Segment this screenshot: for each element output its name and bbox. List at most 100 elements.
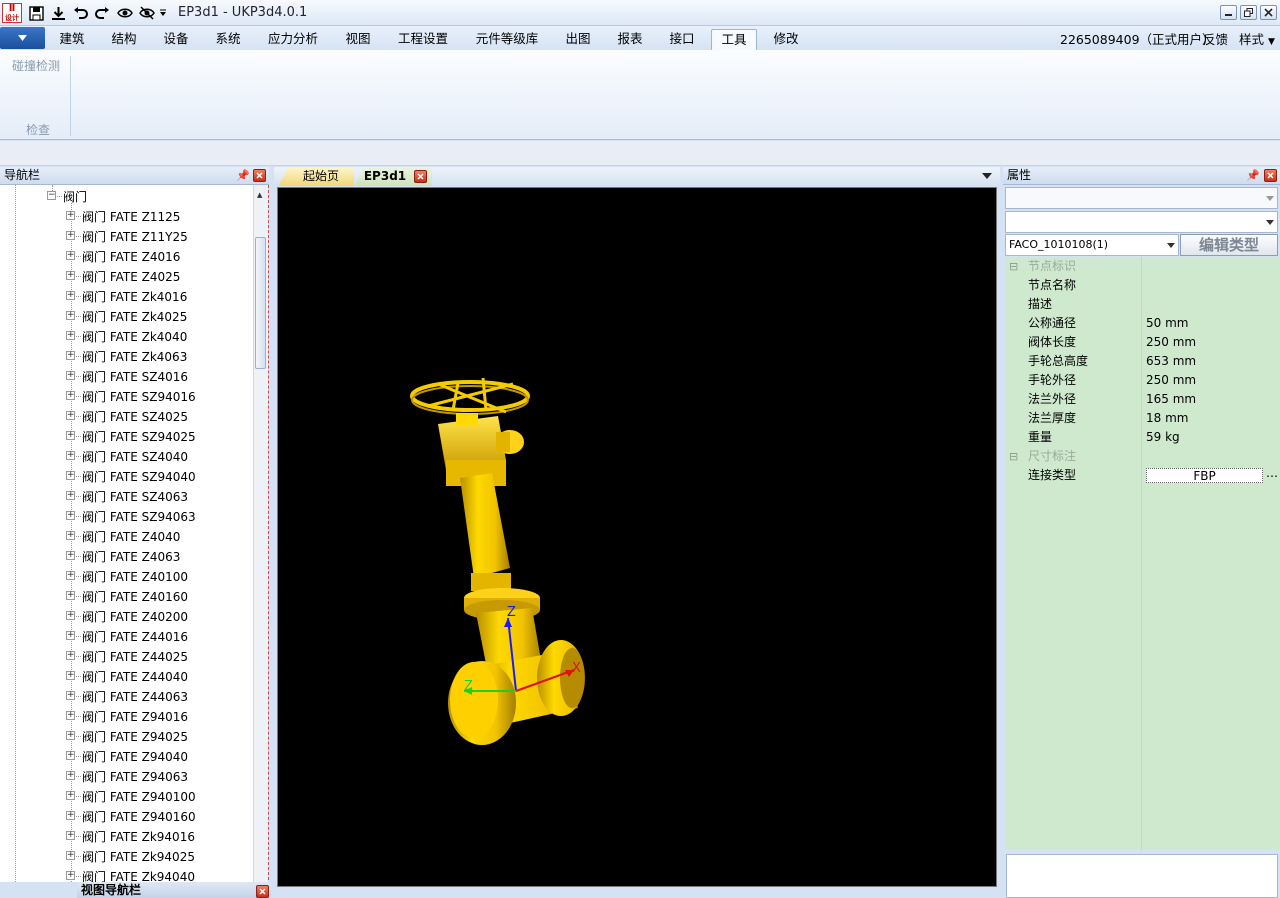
tree-item-root[interactable]: − 阀门 <box>0 186 253 206</box>
3d-viewport[interactable]: Z X Z <box>277 187 997 887</box>
tree-item[interactable]: + 阀门 FATE Zk94040 <box>0 866 253 882</box>
expand-icon[interactable]: + <box>66 431 75 440</box>
property-row[interactable]: 法兰厚度 18 mm <box>1005 409 1280 428</box>
tree-item[interactable]: + 阀门 FATE Z94025 <box>0 726 253 746</box>
expand-icon[interactable]: + <box>66 351 75 360</box>
expand-icon[interactable]: + <box>66 691 75 700</box>
tree-item[interactable]: + 阀门 FATE SZ94063 <box>0 506 253 526</box>
property-category[interactable]: ⊟ 节点标识 <box>1005 257 1280 276</box>
expand-icon[interactable]: + <box>66 271 75 280</box>
tab-list-dropdown-icon[interactable] <box>982 173 992 179</box>
property-grid[interactable]: ⊟ 节点标识 节点名称 描述 公称通径 50 mm 阀体长度 250 mm 手轮… <box>1005 257 1280 850</box>
expand-icon[interactable]: + <box>66 871 75 880</box>
expand-icon[interactable]: + <box>66 411 75 420</box>
scroll-thumb[interactable] <box>255 237 266 369</box>
collision-detection-button[interactable]: 碰撞检测 <box>12 57 60 74</box>
object-selector-combo[interactable] <box>1005 187 1278 209</box>
property-value[interactable]: 50 mm <box>1146 314 1188 333</box>
tree-item[interactable]: + 阀门 FATE Z4063 <box>0 546 253 566</box>
expand-icon[interactable]: + <box>66 731 75 740</box>
tab-drawing[interactable]: 出图 <box>556 29 600 50</box>
expand-icon[interactable]: + <box>66 231 75 240</box>
feedback-link[interactable]: 反馈 <box>1203 29 1228 48</box>
type-combo[interactable]: FACO_1010108(1) <box>1005 234 1179 256</box>
tree-item[interactable]: + 阀门 FATE Z94016 <box>0 706 253 726</box>
style-menu[interactable]: 样式 ▼ <box>1239 29 1275 48</box>
expand-icon[interactable]: + <box>66 611 75 620</box>
pin-icon[interactable]: 📌 <box>1246 169 1260 182</box>
tree-item[interactable]: + 阀门 FATE Z4016 <box>0 246 253 266</box>
property-row[interactable]: 重量 59 kg <box>1005 428 1280 447</box>
quick-access-dropdown-icon[interactable] <box>157 4 169 22</box>
close-window-button[interactable] <box>1260 5 1277 20</box>
navigation-tree[interactable]: − 阀门 + 阀门 FATE Z1125 + 阀门 FATE Z11Y25 + … <box>0 185 253 882</box>
property-value[interactable]: 250 mm <box>1146 333 1196 352</box>
minimize-button[interactable] <box>1220 5 1237 20</box>
expand-icon[interactable]: + <box>66 651 75 660</box>
pin-icon[interactable]: 📌 <box>236 169 250 182</box>
tab-system[interactable]: 系统 <box>206 29 250 50</box>
tree-item[interactable]: + 阀门 FATE Zk4025 <box>0 306 253 326</box>
property-row[interactable]: 描述 <box>1005 295 1280 314</box>
tree-item[interactable]: + 阀门 FATE Zk4040 <box>0 326 253 346</box>
close-properties-button[interactable] <box>1264 169 1277 182</box>
property-row[interactable]: 阀体长度 250 mm <box>1005 333 1280 352</box>
property-value[interactable]: 653 mm <box>1146 352 1196 371</box>
expand-icon[interactable]: + <box>66 311 75 320</box>
expand-icon[interactable]: + <box>66 791 75 800</box>
expand-icon[interactable]: + <box>66 331 75 340</box>
tab-start-page[interactable]: 起始页 <box>278 168 354 186</box>
property-category[interactable]: ⊟ 尺寸标注 <box>1005 447 1280 466</box>
restore-button[interactable] <box>1240 5 1257 20</box>
tab-structure[interactable]: 结构 <box>102 29 146 50</box>
collapse-icon[interactable]: − <box>47 191 56 200</box>
tree-item[interactable]: + 阀门 FATE Z940100 <box>0 786 253 806</box>
tree-item[interactable]: + 阀门 FATE SZ94016 <box>0 386 253 406</box>
tree-item[interactable]: + 阀门 FATE Z40200 <box>0 606 253 626</box>
connection-type-value[interactable]: FBP <box>1146 468 1263 483</box>
property-row[interactable]: 公称通径 50 mm <box>1005 314 1280 333</box>
tree-item[interactable]: + 阀门 FATE Z4025 <box>0 266 253 286</box>
expand-icon[interactable]: + <box>66 711 75 720</box>
expand-icon[interactable]: + <box>66 831 75 840</box>
expand-icon[interactable]: + <box>66 551 75 560</box>
user-account[interactable]: 2265089409（正式用户） <box>1060 29 1215 48</box>
property-row[interactable]: 手轮总高度 653 mm <box>1005 352 1280 371</box>
tab-modify[interactable]: 修改 <box>764 29 808 50</box>
scroll-up-icon[interactable]: ▲ <box>257 191 262 199</box>
property-row[interactable]: 手轮外径 250 mm <box>1005 371 1280 390</box>
tab-project-settings[interactable]: 工程设置 <box>390 29 456 50</box>
filter-combo[interactable] <box>1005 211 1278 233</box>
application-menu-button[interactable] <box>0 27 45 49</box>
eye-icon[interactable] <box>115 4 134 22</box>
property-row[interactable]: 节点名称 <box>1005 276 1280 295</box>
expand-icon[interactable]: + <box>66 251 75 260</box>
tree-item[interactable]: + 阀门 FATE Zk94016 <box>0 826 253 846</box>
panel-splitter[interactable] <box>268 185 273 885</box>
expand-icon[interactable]: + <box>66 491 75 500</box>
tree-item[interactable]: + 阀门 FATE Z40100 <box>0 566 253 586</box>
save-icon[interactable] <box>27 4 46 22</box>
tree-item[interactable]: + 阀门 FATE Z4040 <box>0 526 253 546</box>
tree-item[interactable]: + 阀门 FATE Zk4063 <box>0 346 253 366</box>
tab-equipment[interactable]: 设备 <box>154 29 198 50</box>
expand-icon[interactable]: + <box>66 571 75 580</box>
tree-item[interactable]: + 阀门 FATE Z94063 <box>0 766 253 786</box>
hide-eye-icon[interactable] <box>137 4 156 22</box>
tree-item[interactable]: + 阀门 FATE SZ94040 <box>0 466 253 486</box>
tab-view[interactable]: 视图 <box>336 29 380 50</box>
close-document-tab-button[interactable] <box>414 170 427 183</box>
tree-item[interactable]: + 阀门 FATE SZ4040 <box>0 446 253 466</box>
tree-item[interactable]: + 阀门 FATE Z40160 <box>0 586 253 606</box>
tree-item[interactable]: + 阀门 FATE Z44040 <box>0 666 253 686</box>
redo-icon[interactable] <box>93 4 112 22</box>
property-value[interactable]: 18 mm <box>1146 409 1188 428</box>
tree-item[interactable]: + 阀门 FATE Z44063 <box>0 686 253 706</box>
tree-item[interactable]: + 阀门 FATE Z11Y25 <box>0 226 253 246</box>
expand-icon[interactable]: + <box>66 451 75 460</box>
tree-item[interactable]: + 阀门 FATE SZ4063 <box>0 486 253 506</box>
tree-item[interactable]: + 阀门 FATE Z44016 <box>0 626 253 646</box>
expand-icon[interactable]: + <box>66 371 75 380</box>
tree-item[interactable]: + 阀门 FATE Z1125 <box>0 206 253 226</box>
tab-stress-analysis[interactable]: 应力分析 <box>260 29 326 50</box>
